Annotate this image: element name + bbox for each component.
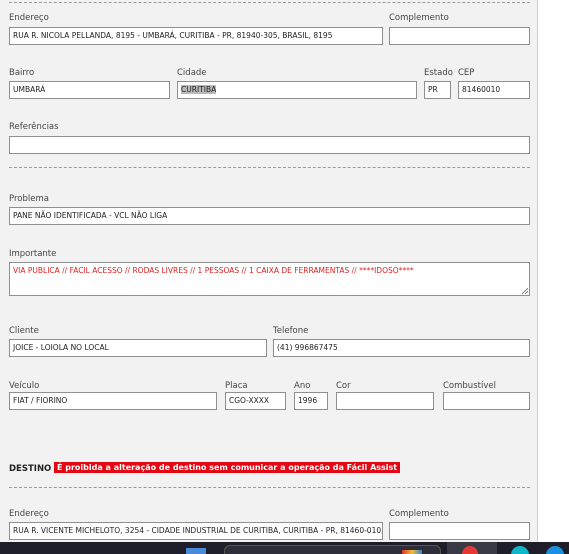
referencias-label: Referências <box>9 122 59 132</box>
bairro-field[interactable]: UMBARÁ <box>9 81 170 99</box>
telefone-field[interactable]: (41) 996867475 <box>273 339 530 357</box>
ano-label: Ano <box>294 381 311 391</box>
cidade-label: Cidade <box>177 68 207 78</box>
page-margin <box>538 0 569 542</box>
app-icon[interactable] <box>546 546 564 554</box>
destino-endereco-field[interactable]: RUA R. VICENTE MICHELOTO, 3254 - CIDADE … <box>9 522 383 540</box>
veiculo-field[interactable]: FIAT / FIORINO <box>9 392 217 410</box>
ano-field[interactable]: 1996 <box>294 392 328 410</box>
cidade-value: CURITIBA <box>181 85 217 94</box>
telefone-label: Telefone <box>273 326 309 336</box>
endereco-label: Endereço <box>9 13 49 23</box>
referencias-field[interactable] <box>9 136 530 154</box>
service-order-form: Endereço RUA R. NICOLA PELLANDA, 8195 - … <box>0 0 538 542</box>
bairro-label: Bairro <box>9 68 35 78</box>
complemento-label: Complemento <box>389 13 449 23</box>
estado-label: Estado <box>424 68 453 78</box>
complemento-field[interactable] <box>389 27 530 45</box>
section-divider <box>9 2 530 3</box>
section-divider <box>9 167 530 168</box>
cor-label: Cor <box>336 381 351 391</box>
problema-label: Problema <box>9 194 49 204</box>
estado-field[interactable]: PR <box>424 81 451 99</box>
taskbar <box>0 542 569 554</box>
endereco-field[interactable]: RUA R. NICOLA PELLANDA, 8195 - UMBARÁ, C… <box>9 27 383 45</box>
cor-field[interactable] <box>336 392 434 410</box>
resize-grip-icon[interactable] <box>521 287 528 294</box>
combustivel-label: Combustível <box>443 381 496 391</box>
app-icon[interactable] <box>511 546 529 554</box>
combustivel-field[interactable] <box>443 392 530 410</box>
destino-title: DESTINO <box>9 464 52 474</box>
app-icon[interactable] <box>402 550 422 554</box>
placa-label: Placa <box>225 381 248 391</box>
destino-complemento-field[interactable] <box>389 522 530 540</box>
destino-endereco-label: Endereço <box>9 509 49 519</box>
importante-textarea[interactable]: VIA PUBLICA // FACIL ACESSO // RODAS LIV… <box>9 262 530 296</box>
importante-label: Importante <box>9 249 57 259</box>
cep-field[interactable]: 81460010 <box>458 81 530 99</box>
destino-complemento-label: Complemento <box>389 509 449 519</box>
cliente-label: Cliente <box>9 326 39 336</box>
veiculo-label: Veículo <box>9 381 40 391</box>
windows-start-icon[interactable] <box>186 548 206 554</box>
importante-text: VIA PUBLICA // FACIL ACESSO // RODAS LIV… <box>13 266 414 275</box>
cliente-field[interactable]: JOICE - LOIOLA NO LOCAL <box>9 339 267 357</box>
destino-warning-badge: É proibida a alteração de destino sem co… <box>54 462 401 473</box>
placa-field[interactable]: CGO-XXXX <box>225 392 286 410</box>
cidade-field[interactable]: CURITIBA <box>177 81 417 99</box>
section-divider <box>9 487 530 488</box>
cep-label: CEP <box>458 68 475 78</box>
problema-field[interactable]: PANE NÃO IDENTIFICADA - VCL NÃO LIGA <box>9 207 530 225</box>
